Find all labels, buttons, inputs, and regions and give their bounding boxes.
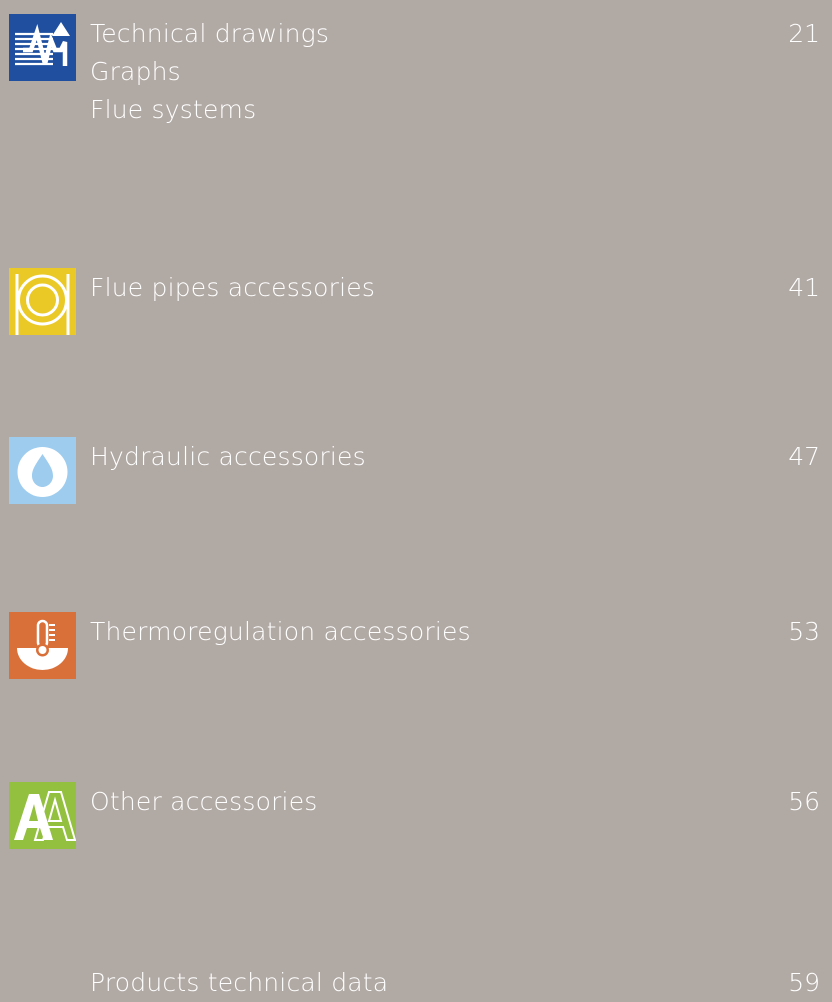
toc-entry-titles: Technical drawings Graphs Flue systems [90,15,329,129]
toc-entry-titles: Hydraulic accessories [90,438,366,476]
toc-entry-titles: Thermoregulation accessories [90,613,471,651]
toc-page-number: 59 [788,968,820,997]
toc-page-number: 47 [788,442,820,471]
toc-page-number: 21 [788,19,820,48]
toc-title: Thermoregulation accessories [90,617,471,646]
flue-pipe-icon [9,268,76,335]
toc-page-number: 56 [788,787,820,816]
toc-title: Technical drawings [90,19,330,48]
technical-drawings-icon [9,14,76,81]
toc-page-number: 53 [788,617,820,646]
toc-subtitle: Flue systems [90,95,257,124]
toc-subtitle: Graphs [90,57,181,86]
toc-page: { "entries": [ { "icon": "technical-draw… [0,0,832,1001]
toc-entry-titles: Flue pipes accessories [90,269,375,307]
letter-a-icon [9,782,76,849]
toc-title: Products technical data [90,968,389,997]
thermometer-icon [9,612,76,679]
toc-entry-titles: Other accessories [90,783,318,821]
toc-title: Hydraulic accessories [90,442,366,471]
toc-title: Other accessories [90,787,318,816]
toc-entry-titles: Products technical data [90,964,388,1002]
toc-page-number: 41 [788,273,820,302]
water-drop-icon [9,437,76,504]
toc-title: Flue pipes accessories [90,273,376,302]
